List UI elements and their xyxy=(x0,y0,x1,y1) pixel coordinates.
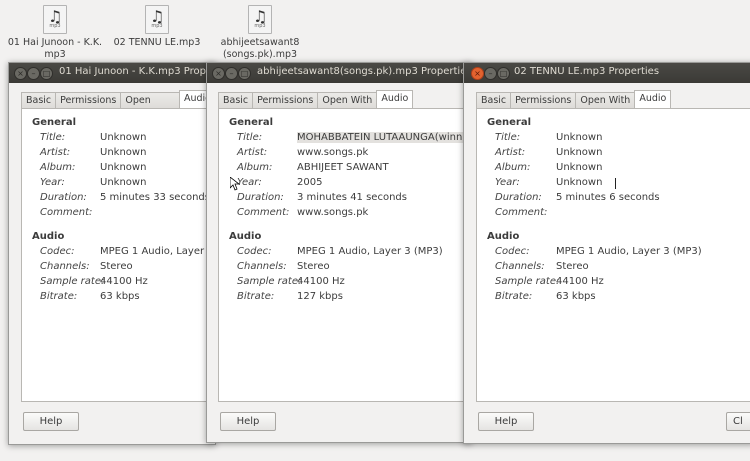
minimize-icon[interactable]: – xyxy=(484,67,497,80)
title-value[interactable]: MOHABBATEIN LUTAAUNGA(winning xyxy=(297,132,471,143)
maximize-icon[interactable]: □ xyxy=(40,67,53,80)
bitrate-value: 63 kbps xyxy=(556,291,596,302)
year-value[interactable]: Unknown xyxy=(556,177,602,188)
window-title: 01 Hai Junoon - K.K.mp3 Proper xyxy=(59,66,215,77)
general-heading: General xyxy=(229,117,273,128)
tab-audio[interactable]: Audio xyxy=(376,90,414,108)
channels-value: Stereo xyxy=(297,261,330,272)
properties-window-hai-junoon: × – □ 01 Hai Junoon - K.K.mp3 Proper Bas… xyxy=(8,62,216,445)
bitrate-value: 127 kbps xyxy=(297,291,343,302)
minimize-icon[interactable]: – xyxy=(225,67,238,80)
tab-basic[interactable]: Basic xyxy=(218,92,254,108)
desktop-file-hai-junoon[interactable]: ♫ mp3 01 Hai Junoon - K.K. mp3 xyxy=(5,5,105,61)
desktop-file-label: 02 TENNU LE.mp3 xyxy=(113,37,201,48)
tab-bar: Basic Permissions Open With Audio xyxy=(21,90,215,119)
artist-value: Unknown xyxy=(100,147,147,158)
album-value: Unknown xyxy=(100,162,147,173)
minimize-icon[interactable]: – xyxy=(27,67,40,80)
tab-permissions[interactable]: Permissions xyxy=(510,92,577,108)
codec-value: MPEG 1 Audio, Layer 3 (MP3) xyxy=(556,246,702,257)
audio-heading: Audio xyxy=(32,231,65,242)
tab-bar: Basic Permissions Open With Audio xyxy=(218,90,414,108)
desktop-file-tennu-le[interactable]: ♫ mp3 02 TENNU LE.mp3 xyxy=(107,5,207,49)
tab-open-with[interactable]: Open With xyxy=(575,92,636,108)
tab-basic[interactable]: Basic xyxy=(21,92,57,108)
general-heading: General xyxy=(32,117,76,128)
audio-panel: General Title: MOHABBATEIN LUTAAUNGA(winn… xyxy=(218,108,471,402)
artist-value: www.songs.pk xyxy=(297,147,369,158)
title-value: Unknown xyxy=(556,132,603,143)
year-value: Unknown xyxy=(100,177,147,188)
sample-rate-value: 44100 Hz xyxy=(100,276,148,287)
window-title: abhijeetsawant8(songs.pk).mp3 Properties xyxy=(257,66,471,77)
tab-basic[interactable]: Basic xyxy=(476,92,512,108)
window-titlebar[interactable]: × – □ abhijeetsawant8(songs.pk).mp3 Prop… xyxy=(207,63,471,83)
album-value: ABHIJEET SAWANT xyxy=(297,162,389,173)
help-button[interactable]: Help xyxy=(478,412,534,431)
codec-value: MPEG 1 Audio, Layer 3 (MP3) xyxy=(297,246,443,257)
mouse-pointer-icon xyxy=(230,177,239,191)
desktop-file-label: abhijeetsawant8 xyxy=(220,37,300,48)
duration-value: 5 minutes 33 seconds xyxy=(100,192,210,203)
artist-value: Unknown xyxy=(556,147,603,158)
general-heading: General xyxy=(487,117,531,128)
desktop-file-label: (songs.pk).mp3 xyxy=(222,49,298,60)
desktop-file-label: mp3 xyxy=(44,49,66,60)
close-button[interactable]: Cl xyxy=(726,412,750,431)
audio-file-icon: ♫ mp3 xyxy=(248,5,272,34)
channels-value: Stereo xyxy=(556,261,589,272)
sample-rate-value: 44100 Hz xyxy=(556,276,604,287)
tab-audio[interactable]: Audio xyxy=(634,90,672,108)
close-icon[interactable]: × xyxy=(212,67,225,80)
window-titlebar[interactable]: × – □ 01 Hai Junoon - K.K.mp3 Proper xyxy=(9,63,215,83)
window-title: 02 TENNU LE.mp3 Properties xyxy=(514,66,660,77)
properties-window-tennu-le: × – □ 02 TENNU LE.mp3 Properties Basic P… xyxy=(463,62,750,444)
tab-permissions[interactable]: Permissions xyxy=(252,92,319,108)
audio-file-icon: ♫ mp3 xyxy=(145,5,169,34)
title-value: Unknown xyxy=(100,132,147,143)
audio-heading: Audio xyxy=(229,231,262,242)
sample-rate-value: 44100 Hz xyxy=(297,276,345,287)
audio-file-icon: ♫ mp3 xyxy=(43,5,67,34)
channels-value: Stereo xyxy=(100,261,133,272)
duration-value: 3 minutes 41 seconds xyxy=(297,192,407,203)
audio-heading: Audio xyxy=(487,231,520,242)
comment-value: www.songs.pk xyxy=(297,207,369,218)
help-button[interactable]: Help xyxy=(220,412,276,431)
duration-value: 5 minutes 6 seconds xyxy=(556,192,660,203)
tab-permissions[interactable]: Permissions xyxy=(55,92,122,108)
maximize-icon[interactable]: □ xyxy=(497,67,510,80)
codec-value: MPEG 1 Audio, Layer 3 (M xyxy=(100,246,215,257)
properties-window-abhijeetsawant: × – □ abhijeetsawant8(songs.pk).mp3 Prop… xyxy=(206,62,472,443)
tab-open-with[interactable]: Open With xyxy=(120,92,180,119)
help-button[interactable]: Help xyxy=(23,412,79,431)
audio-panel: General Title: Unknown Artist: Unknown Alb… xyxy=(476,108,750,402)
year-value: 2005 xyxy=(297,177,323,188)
text-cursor xyxy=(615,178,616,189)
tab-bar: Basic Permissions Open With Audio xyxy=(476,90,672,108)
desktop-file-label: 01 Hai Junoon - K.K. xyxy=(7,37,103,48)
bitrate-value: 63 kbps xyxy=(100,291,140,302)
maximize-icon[interactable]: □ xyxy=(238,67,251,80)
desktop-file-abhijeetsawant[interactable]: ♫ mp3 abhijeetsawant8 (songs.pk).mp3 xyxy=(210,5,310,61)
window-titlebar[interactable]: × – □ 02 TENNU LE.mp3 Properties xyxy=(464,63,750,83)
close-icon[interactable]: × xyxy=(471,67,484,80)
audio-panel: General Title: Unknown Artist: Unknown Alb… xyxy=(21,108,215,402)
tab-open-with[interactable]: Open With xyxy=(317,92,378,108)
album-value: Unknown xyxy=(556,162,603,173)
close-icon[interactable]: × xyxy=(14,67,27,80)
